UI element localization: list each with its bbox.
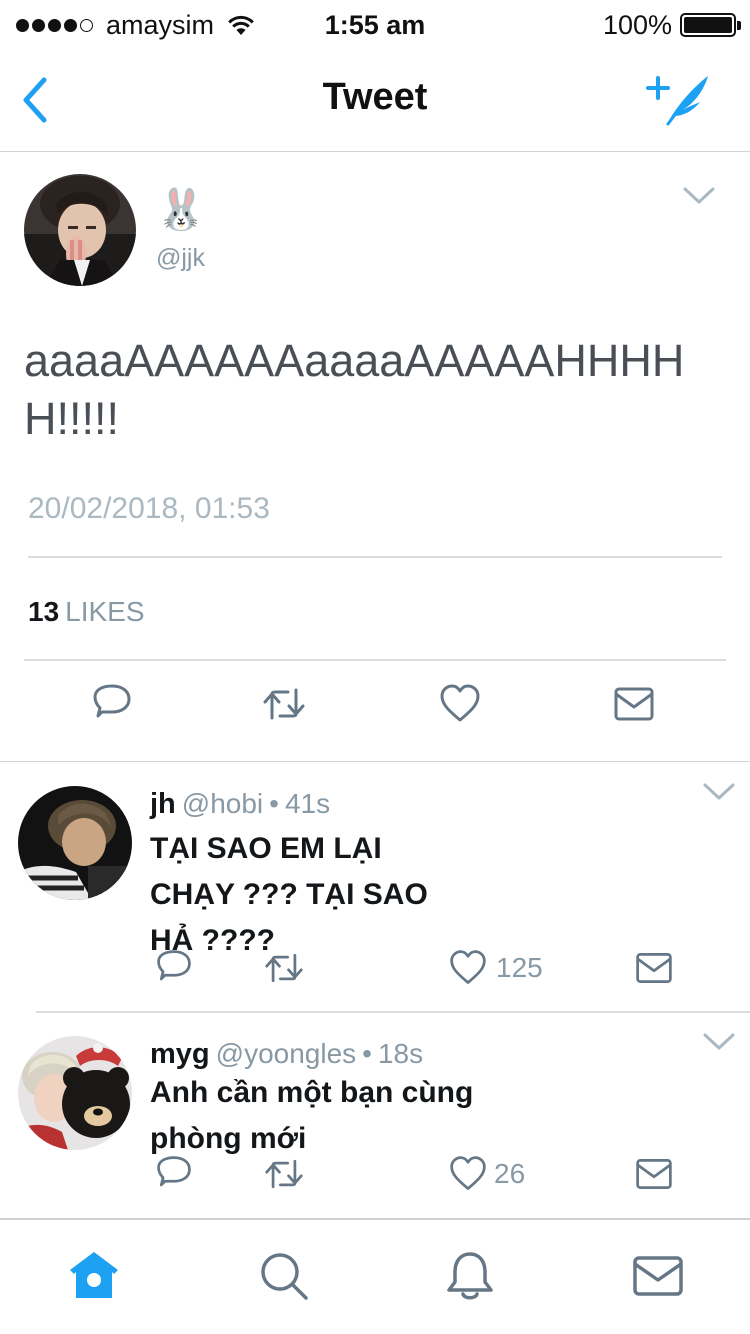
main-tweet: 🐰 @jjk aaaaAAAAAAaaaaAAAAAHHHHH!!!!! 20/… [0, 152, 750, 762]
tweet-timestamp: 20/02/2018, 01:53 [28, 492, 270, 525]
reply-actions: 26 [0, 1154, 750, 1198]
likes-count: 13 [28, 596, 60, 627]
status-right: 100% [602, 9, 741, 40]
envelope-icon [636, 953, 672, 983]
battery-icon [680, 13, 741, 37]
reply-icon [157, 950, 191, 981]
chevron-down-icon [703, 783, 735, 800]
reply-icon [93, 684, 131, 718]
likes-label: LIKES [65, 596, 145, 627]
username[interactable]: @hobi [182, 788, 263, 819]
more-options-button[interactable] [682, 186, 716, 206]
direct-message-button[interactable] [612, 682, 656, 726]
bell-icon [447, 1252, 493, 1300]
display-name: 🐰 [156, 188, 206, 232]
more-options-button[interactable] [702, 782, 736, 802]
relative-time: 18s [377, 1038, 424, 1069]
like-button[interactable] [438, 682, 482, 726]
display-name[interactable]: myg [150, 1038, 210, 1070]
separator-dot: • [269, 788, 279, 819]
search-icon [261, 1253, 308, 1300]
retweet-icon [263, 688, 305, 720]
avatar[interactable] [24, 174, 136, 286]
display-name[interactable]: jh [150, 788, 176, 820]
retweet-button[interactable] [262, 682, 306, 726]
home-icon [70, 1252, 118, 1298]
retweet-icon [265, 1159, 303, 1189]
heart-icon [450, 1156, 486, 1190]
envelope-icon [614, 687, 654, 721]
chevron-down-icon [683, 187, 715, 204]
avatar[interactable] [18, 1036, 132, 1150]
direct-message-button[interactable] [634, 1154, 674, 1194]
direct-message-button[interactable] [634, 948, 674, 988]
reply-icon [157, 1156, 191, 1187]
tab-home[interactable] [66, 1248, 122, 1304]
avatar[interactable] [18, 786, 132, 900]
reply-text: Anh cần một bạn cùng phòng mới [150, 1076, 474, 1155]
envelope-icon [636, 1159, 672, 1189]
retweet-button[interactable] [264, 1154, 304, 1194]
reply-button[interactable] [154, 1154, 194, 1194]
retweet-icon [265, 953, 303, 983]
chevron-down-icon [703, 1033, 735, 1050]
nav-bar: Tweet [0, 50, 750, 152]
like-button[interactable] [448, 948, 488, 988]
heart-icon [450, 950, 486, 984]
reply-text: TẠI SAO EM LẠI CHẠY ??? TẠI SAO HẢ ???? [150, 832, 428, 957]
page-title: Tweet [322, 76, 428, 118]
tweet-actions [0, 682, 750, 742]
status-bar: amaysim 1:55 am 100% [0, 0, 750, 50]
divider [24, 659, 726, 661]
like-count: 26 [494, 1158, 526, 1189]
divider [28, 556, 722, 558]
heart-icon [440, 684, 480, 722]
username[interactable]: @yoongles [216, 1038, 357, 1069]
likes-row[interactable]: 13 LIKES [28, 596, 145, 628]
reply-button[interactable] [90, 682, 134, 726]
battery-percent: 100% [602, 9, 672, 40]
like-count: 125 [496, 952, 543, 983]
tab-notifications[interactable] [442, 1248, 498, 1304]
reply-button[interactable] [154, 948, 194, 988]
like-button[interactable] [448, 1154, 488, 1194]
reply-actions: 125 [0, 948, 750, 992]
reply-header: jh @hobi • 41s [150, 788, 330, 821]
more-options-button[interactable] [702, 1032, 736, 1052]
retweet-button[interactable] [264, 948, 304, 988]
tab-bar [0, 1220, 750, 1334]
compose-button[interactable] [646, 68, 716, 132]
reply-header: myg @yoongles • 18s [150, 1038, 423, 1071]
compose-tweet-icon [646, 76, 708, 126]
tab-search[interactable] [256, 1248, 312, 1304]
envelope-icon [633, 1256, 683, 1296]
reply-tweet[interactable]: myg @yoongles • 18s Anh cần một bạn cùng ph… [0, 1012, 750, 1220]
tweet-text: aaaaAAAAAAaaaaAAAAAHHHHH!!!!! [24, 335, 685, 444]
separator-dot: • [362, 1038, 372, 1069]
relative-time: 41s [284, 788, 331, 819]
tab-messages[interactable] [630, 1248, 686, 1304]
reply-tweet[interactable]: jh @hobi • 41s TẠI SAO EM LẠI CHẠY ??? TẠI … [0, 762, 750, 1012]
username[interactable]: @jjk [156, 244, 205, 273]
